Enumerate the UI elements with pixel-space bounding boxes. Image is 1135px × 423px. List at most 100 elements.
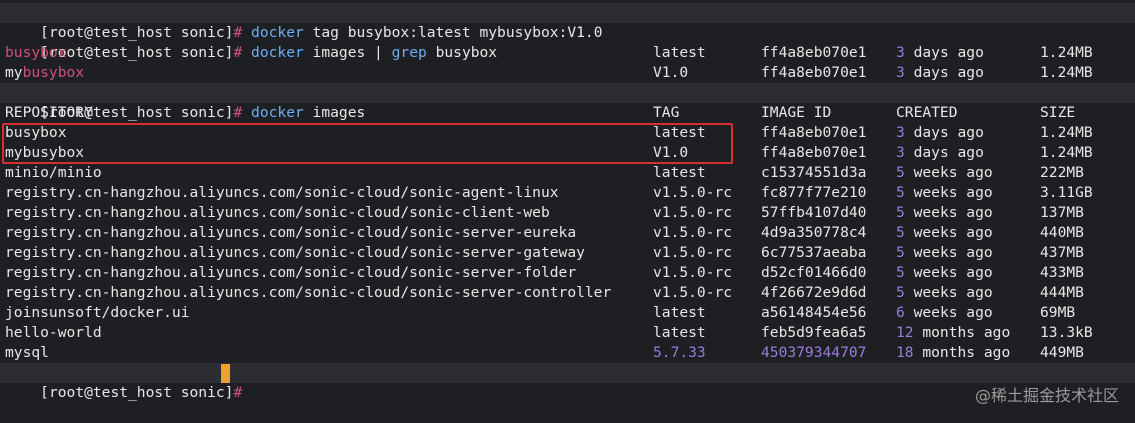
size-cell: 3.11GB <box>1040 184 1093 201</box>
size-cell: 69MB <box>1040 304 1076 321</box>
image-id-cell: fc877f77e210 <box>761 184 867 201</box>
created-cell: 3 days ago <box>896 123 984 143</box>
command-line-tag: [root@test_host sonic]# docker tag busyb… <box>5 3 602 41</box>
created-rest: weeks ago <box>904 204 993 221</box>
created-rest: weeks ago <box>904 244 993 261</box>
watermark: @稀土掘金技术社区 <box>974 386 1119 405</box>
created-rest: days ago <box>904 124 984 141</box>
header-image-id: IMAGE ID <box>761 104 832 121</box>
image-id-cell: 6c77537aeaba <box>761 244 867 261</box>
created-cell: 6 weeks ago <box>896 303 993 323</box>
size-cell: 1.24MB <box>1040 124 1093 141</box>
created-number: 5 <box>896 204 905 221</box>
table-row: minio/minio latest c15374551d3a 5 weeks ago… <box>5 163 1125 183</box>
created-cell: 5 weeks ago <box>896 283 993 303</box>
size-cell: 13.3kB <box>1040 324 1093 341</box>
created-cell: 3 days ago <box>896 143 984 163</box>
created-number: 6 <box>896 304 905 321</box>
image-id-cell: 4d9a350778c4 <box>761 224 867 241</box>
repository-cell: registry.cn-hangzhou.aliyuncs.com/sonic-… <box>5 224 577 241</box>
command-line-current[interactable]: [root@test_host sonic]# <box>5 363 242 401</box>
created-rest: days ago <box>904 44 984 61</box>
image-id-cell: ff4a8eb070e1 <box>761 44 867 61</box>
repository-cell: joinsunsoft/docker.ui <box>5 304 190 321</box>
created-rest: weeks ago <box>904 224 993 241</box>
image-id-cell: ff4a8eb070e1 <box>761 144 867 161</box>
repository-cell: registry.cn-hangzhou.aliyuncs.com/sonic-… <box>5 284 612 301</box>
command-line-grep: [root@test_host sonic]# docker images | … <box>5 23 497 61</box>
table-header: REPOSITORY TAG IMAGE ID CREATED SIZE <box>5 103 1125 123</box>
size-cell: 1.24MB <box>1040 144 1093 161</box>
prompt-hash: # <box>233 384 243 401</box>
tag-cell: latest <box>653 44 706 61</box>
command-line-images: [root@test_host sonic]# docker images <box>5 83 365 121</box>
terminal-window[interactable]: [root@test_host sonic]# docker tag busyb… <box>0 0 1135 417</box>
created-rest: days ago <box>904 144 984 161</box>
image-id-cell: c15374551d3a <box>761 164 867 181</box>
size-cell: 1.24MB <box>1040 44 1093 61</box>
created-rest: weeks ago <box>904 184 993 201</box>
tag-cell: v1.5.0-rc <box>653 184 733 201</box>
created-cell: 5 weeks ago <box>896 183 993 203</box>
image-id-cell: ff4a8eb070e1 <box>761 124 867 141</box>
image-id-cell: d52cf01466d0 <box>761 264 867 281</box>
size-cell: 137MB <box>1040 204 1084 221</box>
size-cell: 444MB <box>1040 284 1084 301</box>
table-row: registry.cn-hangzhou.aliyuncs.com/sonic-… <box>5 283 1125 303</box>
repository-cell: registry.cn-hangzhou.aliyuncs.com/sonic-… <box>5 204 550 221</box>
created-cell: 5 weeks ago <box>896 243 993 263</box>
tag-cell: v1.5.0-rc <box>653 224 733 241</box>
table-row: hello-world latest feb5d9fea6a5 12 months a… <box>5 323 1125 343</box>
created-rest: weeks ago <box>904 164 993 181</box>
repository-cell: registry.cn-hangzhou.aliyuncs.com/sonic-… <box>5 244 585 261</box>
shell-prompt: [root@test_host sonic] <box>40 384 234 401</box>
grep-match: busybox <box>22 64 85 81</box>
created-number: 5 <box>896 264 905 281</box>
tag-cell: v1.5.0-rc <box>653 284 733 301</box>
created-number: 5 <box>896 224 905 241</box>
header-created: CREATED <box>896 104 958 121</box>
header-size: SIZE <box>1040 104 1076 121</box>
created-rest: days ago <box>904 64 984 81</box>
created-number: 3 <box>896 124 905 141</box>
repository-cell: mysql <box>5 344 49 361</box>
created-number: 5 <box>896 164 905 181</box>
header-repository: REPOSITORY <box>5 104 93 121</box>
table-row: registry.cn-hangzhou.aliyuncs.com/sonic-… <box>5 243 1125 263</box>
grep-match: busybox <box>5 44 67 61</box>
created-rest: weeks ago <box>904 304 993 321</box>
tag-cell: V1.0 <box>653 64 689 81</box>
created-cell: 5 weeks ago <box>896 223 993 243</box>
created-number: 5 <box>896 184 905 201</box>
size-cell: 1.24MB <box>1040 64 1093 81</box>
highlight-box <box>2 123 733 164</box>
table-row: registry.cn-hangzhou.aliyuncs.com/sonic-… <box>5 223 1125 243</box>
table-row: registry.cn-hangzhou.aliyuncs.com/sonic-… <box>5 203 1125 223</box>
created-number: 12 <box>896 324 914 341</box>
image-id-cell: 450379344707 <box>761 344 867 361</box>
created-number: 3 <box>896 144 905 161</box>
created-number: 5 <box>896 244 905 261</box>
grep-result-row: busybox latest ff4a8eb070e1 3 days ago 1… <box>5 43 1125 63</box>
created-cell: 12 months ago <box>896 323 1010 343</box>
repository-cell: minio/minio <box>5 164 102 181</box>
tag-cell: v1.5.0-rc <box>653 244 733 261</box>
created-rest: months ago <box>913 324 1011 341</box>
size-cell: 440MB <box>1040 224 1084 241</box>
size-cell: 449MB <box>1040 344 1084 361</box>
tag-cell: latest <box>653 304 706 321</box>
text-cursor <box>221 364 230 383</box>
created-rest: weeks ago <box>904 284 993 301</box>
created-rest: weeks ago <box>904 264 993 281</box>
table-row: joinsunsoft/docker.ui latest a56148454e56 6… <box>5 303 1125 323</box>
table-row: registry.cn-hangzhou.aliyuncs.com/sonic-… <box>5 263 1125 283</box>
size-cell: 437MB <box>1040 244 1084 261</box>
repository-cell: registry.cn-hangzhou.aliyuncs.com/sonic-… <box>5 184 559 201</box>
tag-cell: latest <box>653 324 706 341</box>
size-cell: 433MB <box>1040 264 1084 281</box>
tag-cell: v1.5.0-rc <box>653 264 733 281</box>
created-cell: 5 weeks ago <box>896 203 993 223</box>
created-cell: 18 months ago <box>896 343 1010 363</box>
tag-cell: 5.7.33 <box>653 344 706 361</box>
created-cell: 5 weeks ago <box>896 263 993 283</box>
